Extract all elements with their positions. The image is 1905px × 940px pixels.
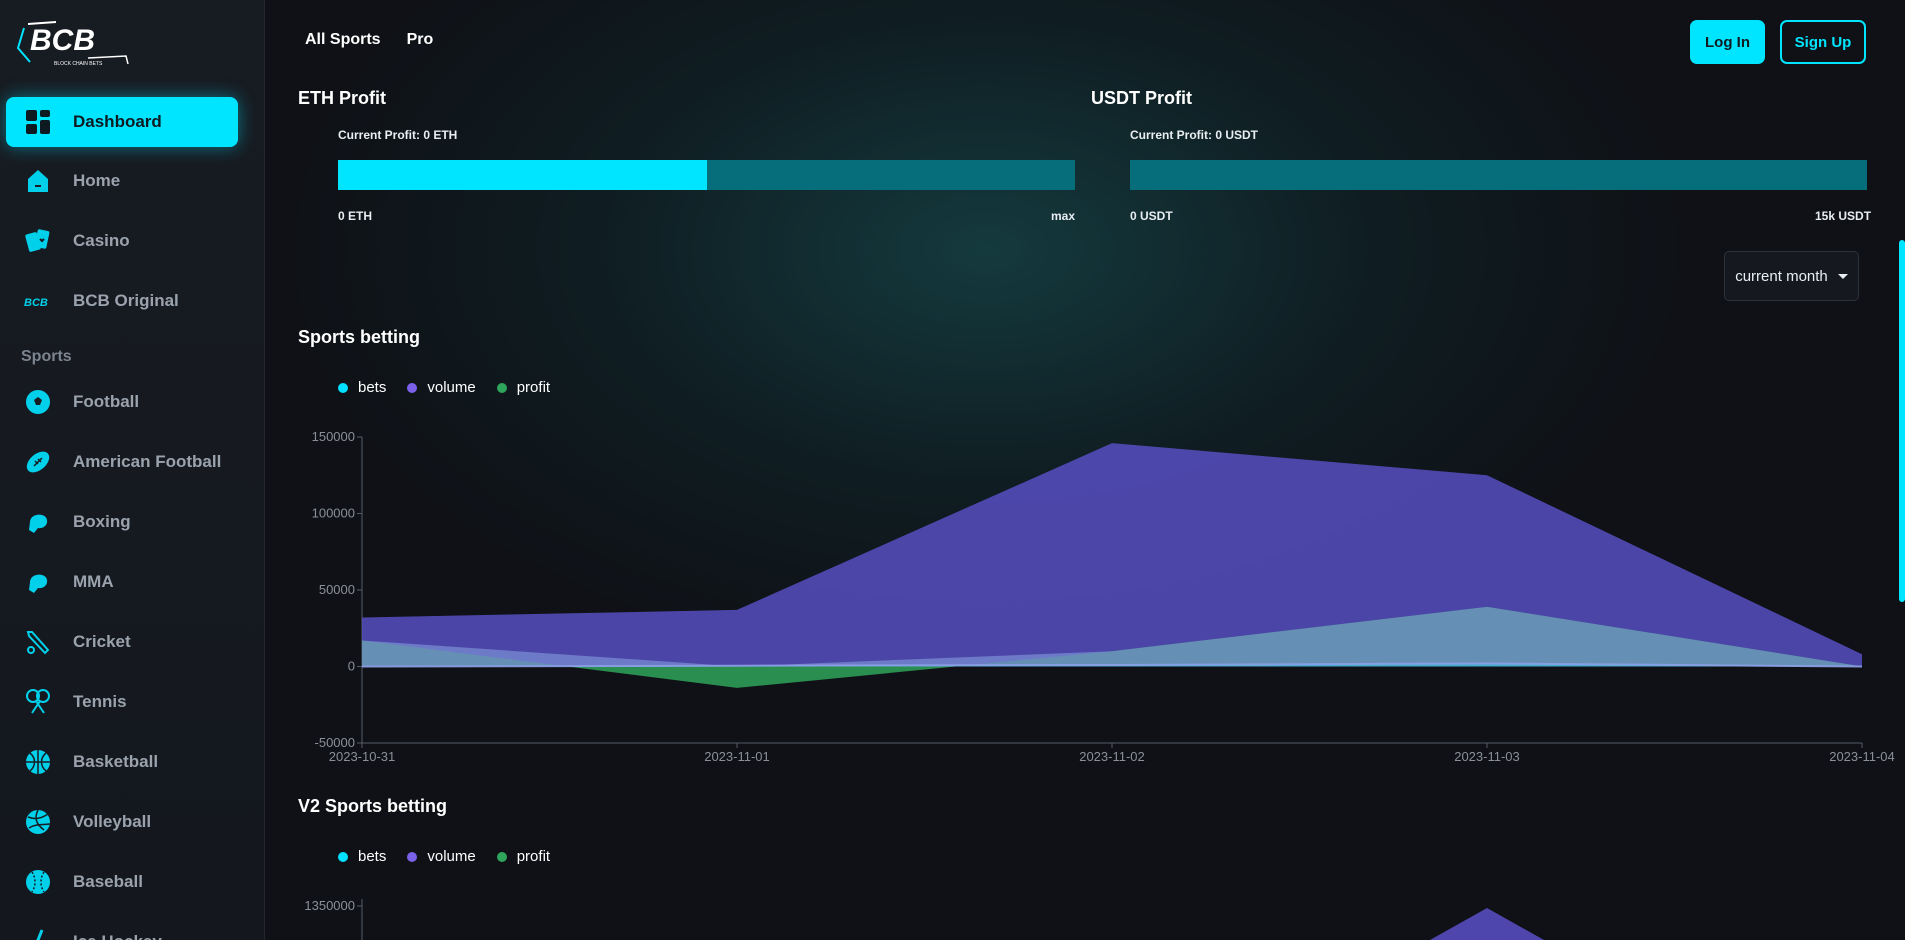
svg-text:BCB: BCB [30,24,95,57]
volleyball-icon [23,807,53,837]
boxing-glove-icon [23,507,53,537]
sports-section-label: Sports [21,348,72,365]
sidebar-item-mma[interactable]: MMA [6,557,238,607]
sidebar-item-baseball[interactable]: Baseball [6,857,238,907]
sidebar-item-football[interactable]: Football [6,377,238,427]
sidebar-item-label: American Football [73,452,222,471]
bcb-logo[interactable]: BCB BLOCK CHAIN BETS [16,18,131,68]
cricket-bat-icon [23,627,53,657]
sidebar-item-label: Volleyball [73,812,152,831]
sidebar-item-label: Casino [73,231,130,250]
home-icon [23,166,53,196]
sidebar-item-label: Basketball [73,752,159,771]
baseball-icon [23,867,53,897]
sidebar-item-label: Ice Hockey [73,932,162,940]
sidebar-item-volleyball[interactable]: Volleyball [6,797,238,847]
soccer-ball-icon [23,387,53,417]
y-tick-label: 1350000 [304,898,355,913]
sidebar-item-boxing[interactable]: Boxing [6,497,238,547]
sidebar-item-label: Boxing [73,512,131,531]
dashboard-icon [23,107,53,137]
sidebar-item-dashboard[interactable]: Dashboard [6,97,238,147]
v2-sports-betting-chart: 1350000 [304,898,1544,940]
main-content: All Sports Pro Log In Sign Up ETH Profit… [266,0,1905,940]
sidebar-item-label: BCB Original [73,291,179,310]
sidebar-item-home[interactable]: Home [6,156,238,206]
sidebar-item-label: Dashboard [73,112,162,131]
sidebar-item-cricket[interactable]: Cricket [6,617,238,667]
american-football-icon [23,447,53,477]
sidebar-item-casino[interactable]: Casino [6,216,238,266]
tennis-racket-icon [23,687,53,717]
sidebar-item-american-football[interactable]: American Football [6,437,238,487]
logo-subtext: BLOCK CHAIN BETS [54,61,103,67]
bcb-icon: BCB [23,286,53,316]
scrollbar-thumb[interactable] [1899,240,1905,602]
sidebar-item-label: MMA [73,572,114,591]
sidebar-item-bcb-original[interactable]: BCB BCB Original [6,276,238,326]
sidebar-item-label: Cricket [73,632,131,651]
sidebar-item-label: Tennis [73,692,127,711]
basketball-icon [23,747,53,777]
mma-glove-icon [23,567,53,597]
sidebar-item-label: Home [73,171,121,190]
sidebar-item-label: Baseball [73,872,143,891]
sidebar-item-ice-hockey[interactable]: Ice Hockey [6,917,238,940]
cards-icon [23,226,53,256]
hockey-stick-icon [23,927,53,940]
sidebar: BCB BLOCK CHAIN BETS Dashboard Home Casi… [0,0,265,940]
svg-text:BCB: BCB [24,297,48,309]
sidebar-item-basketball[interactable]: Basketball [6,737,238,787]
sidebar-item-label: Football [73,392,140,411]
volume-area [1430,908,1544,940]
sidebar-item-tennis[interactable]: Tennis [6,677,238,727]
